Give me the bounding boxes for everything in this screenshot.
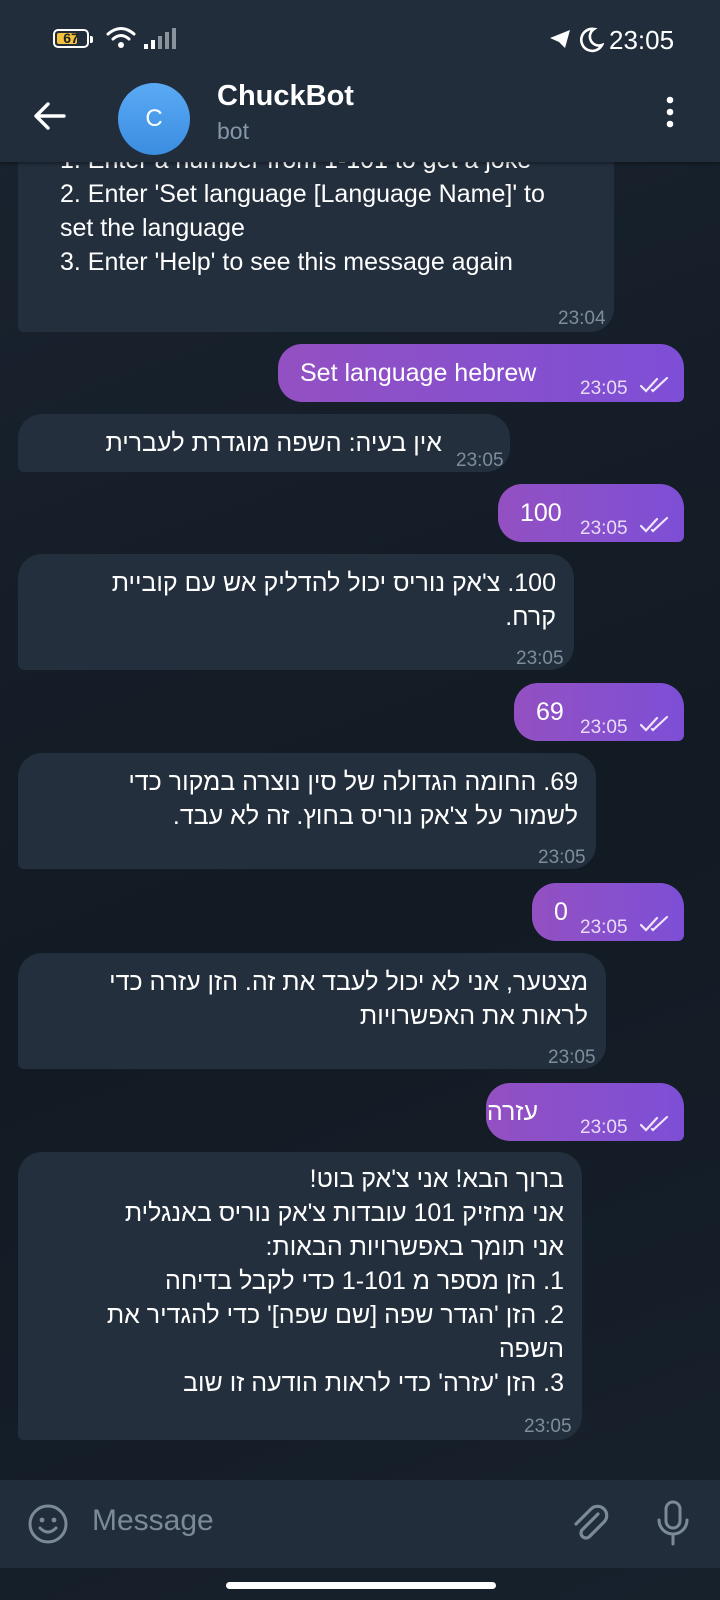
message-text: אין בעיה: השפה מוגדרת לעברית [105, 429, 442, 457]
wifi-icon [106, 27, 136, 48]
chat-subtitle: bot [217, 118, 249, 144]
message-input-bar: Message [0, 1480, 720, 1568]
message-text: עזרה [486, 1098, 538, 1126]
moon-icon [580, 27, 604, 53]
message-time: 23:05 [538, 847, 586, 868]
message-text: אני תומך באפשרויות הבאות: [265, 1233, 564, 1261]
incoming-message[interactable]: 69. החומה הגדולה של סין נוצרה במקור כדי ל… [18, 753, 596, 869]
message-text: לראות את האפשרויות [359, 1002, 588, 1030]
incoming-message[interactable]: מצטער, אני לא יכול לעבד את זה. הזן עזרה … [18, 953, 606, 1069]
message-text: 100 [520, 499, 562, 527]
message-time: 23:05 [548, 1047, 596, 1068]
message-text: 0 [554, 898, 568, 926]
message-text: 100. צ'אק נוריס יכול להדליק אש עם קוביית [111, 569, 556, 597]
outgoing-message[interactable]: 0 23:05 [532, 883, 684, 941]
message-time: 23:05 [456, 450, 504, 471]
status-time: 23:05 [609, 25, 675, 55]
home-indicator[interactable] [226, 1582, 496, 1589]
message-time: 23:05 [516, 648, 564, 669]
message-time: 23:05 [580, 1117, 628, 1138]
message-time: 23:05 [580, 378, 628, 399]
message-text: 2. הזן 'הגדר שפה [שם שפה]' כדי להגדיר את [106, 1301, 564, 1329]
chat-header: C ChuckBot bot [0, 80, 720, 162]
message-text: לשמור על צ'אק נוריס בחוץ. זה לא עבד. [172, 802, 578, 830]
message-text: 2. Enter 'Set language [Language Name]' … [60, 180, 545, 208]
message-text: השפה [498, 1335, 564, 1363]
outgoing-message[interactable]: Set language hebrew 23:05 [278, 344, 684, 402]
chat-title[interactable]: ChuckBot [217, 80, 354, 113]
message-time: 23:05 [580, 917, 628, 938]
message-text: מצטער, אני לא יכול לעבד את זה. הזן עזרה … [109, 968, 588, 996]
incoming-message[interactable]: ברוך הבא! אני צ'אק בוט! אני מחזיק 101 עוב… [18, 1152, 582, 1440]
message-text: 3. Enter 'Help' to see this message agai… [60, 248, 513, 276]
outgoing-message[interactable]: עזרה 23:05 [486, 1083, 684, 1141]
message-text: set the language [60, 214, 245, 242]
message-time: 23:05 [580, 717, 628, 738]
incoming-message[interactable]: 1. Enter a number from 1-101 to get a jo… [18, 146, 614, 332]
signal-icon [144, 28, 176, 49]
message-time: 23:04 [558, 308, 606, 329]
message-input[interactable]: Message [92, 1504, 214, 1538]
message-text: Set language hebrew [300, 359, 537, 387]
read-checkmarks-icon [640, 516, 669, 533]
message-text: 3. הזן 'עזרה' כדי לראות הודעה זו שוב [183, 1369, 564, 1397]
more-options-icon[interactable] [665, 96, 675, 128]
outgoing-message[interactable]: 69 23:05 [514, 683, 684, 741]
microphone-icon[interactable] [656, 1500, 690, 1546]
emoji-icon[interactable] [28, 1504, 68, 1544]
battery-level: 67 [63, 30, 79, 46]
message-text: 69 [536, 698, 564, 726]
read-checkmarks-icon [640, 915, 669, 932]
battery-icon: 67 [53, 29, 93, 48]
outgoing-message[interactable]: 100 23:05 [498, 484, 684, 542]
message-time: 23:05 [580, 518, 628, 539]
message-text: קרח. [505, 603, 556, 631]
read-checkmarks-icon [640, 376, 669, 393]
back-arrow-icon[interactable] [32, 98, 68, 134]
incoming-message[interactable]: 100. צ'אק נוריס יכול להדליק אש עם קוביית… [18, 554, 574, 670]
message-text: אני מחזיק 101 עובדות צ'אק נוריס באנגלית [124, 1199, 564, 1227]
message-time: 23:05 [524, 1416, 572, 1437]
avatar[interactable]: C [118, 83, 190, 155]
attach-icon[interactable] [568, 1502, 612, 1546]
telegram-icon [550, 30, 570, 48]
read-checkmarks-icon [640, 715, 669, 732]
status-bar: 67 23:05 [0, 0, 720, 80]
incoming-message[interactable]: אין בעיה: השפה מוגדרת לעברית 23:05 [18, 414, 510, 472]
message-text: ברוך הבא! אני צ'אק בוט! [309, 1165, 564, 1193]
message-text: 69. החומה הגדולה של סין נוצרה במקור כדי [128, 768, 578, 796]
read-checkmarks-icon [640, 1115, 669, 1132]
message-text: 1. הזן מספר מ 1-101 כדי לקבל בדיחה [165, 1267, 564, 1295]
